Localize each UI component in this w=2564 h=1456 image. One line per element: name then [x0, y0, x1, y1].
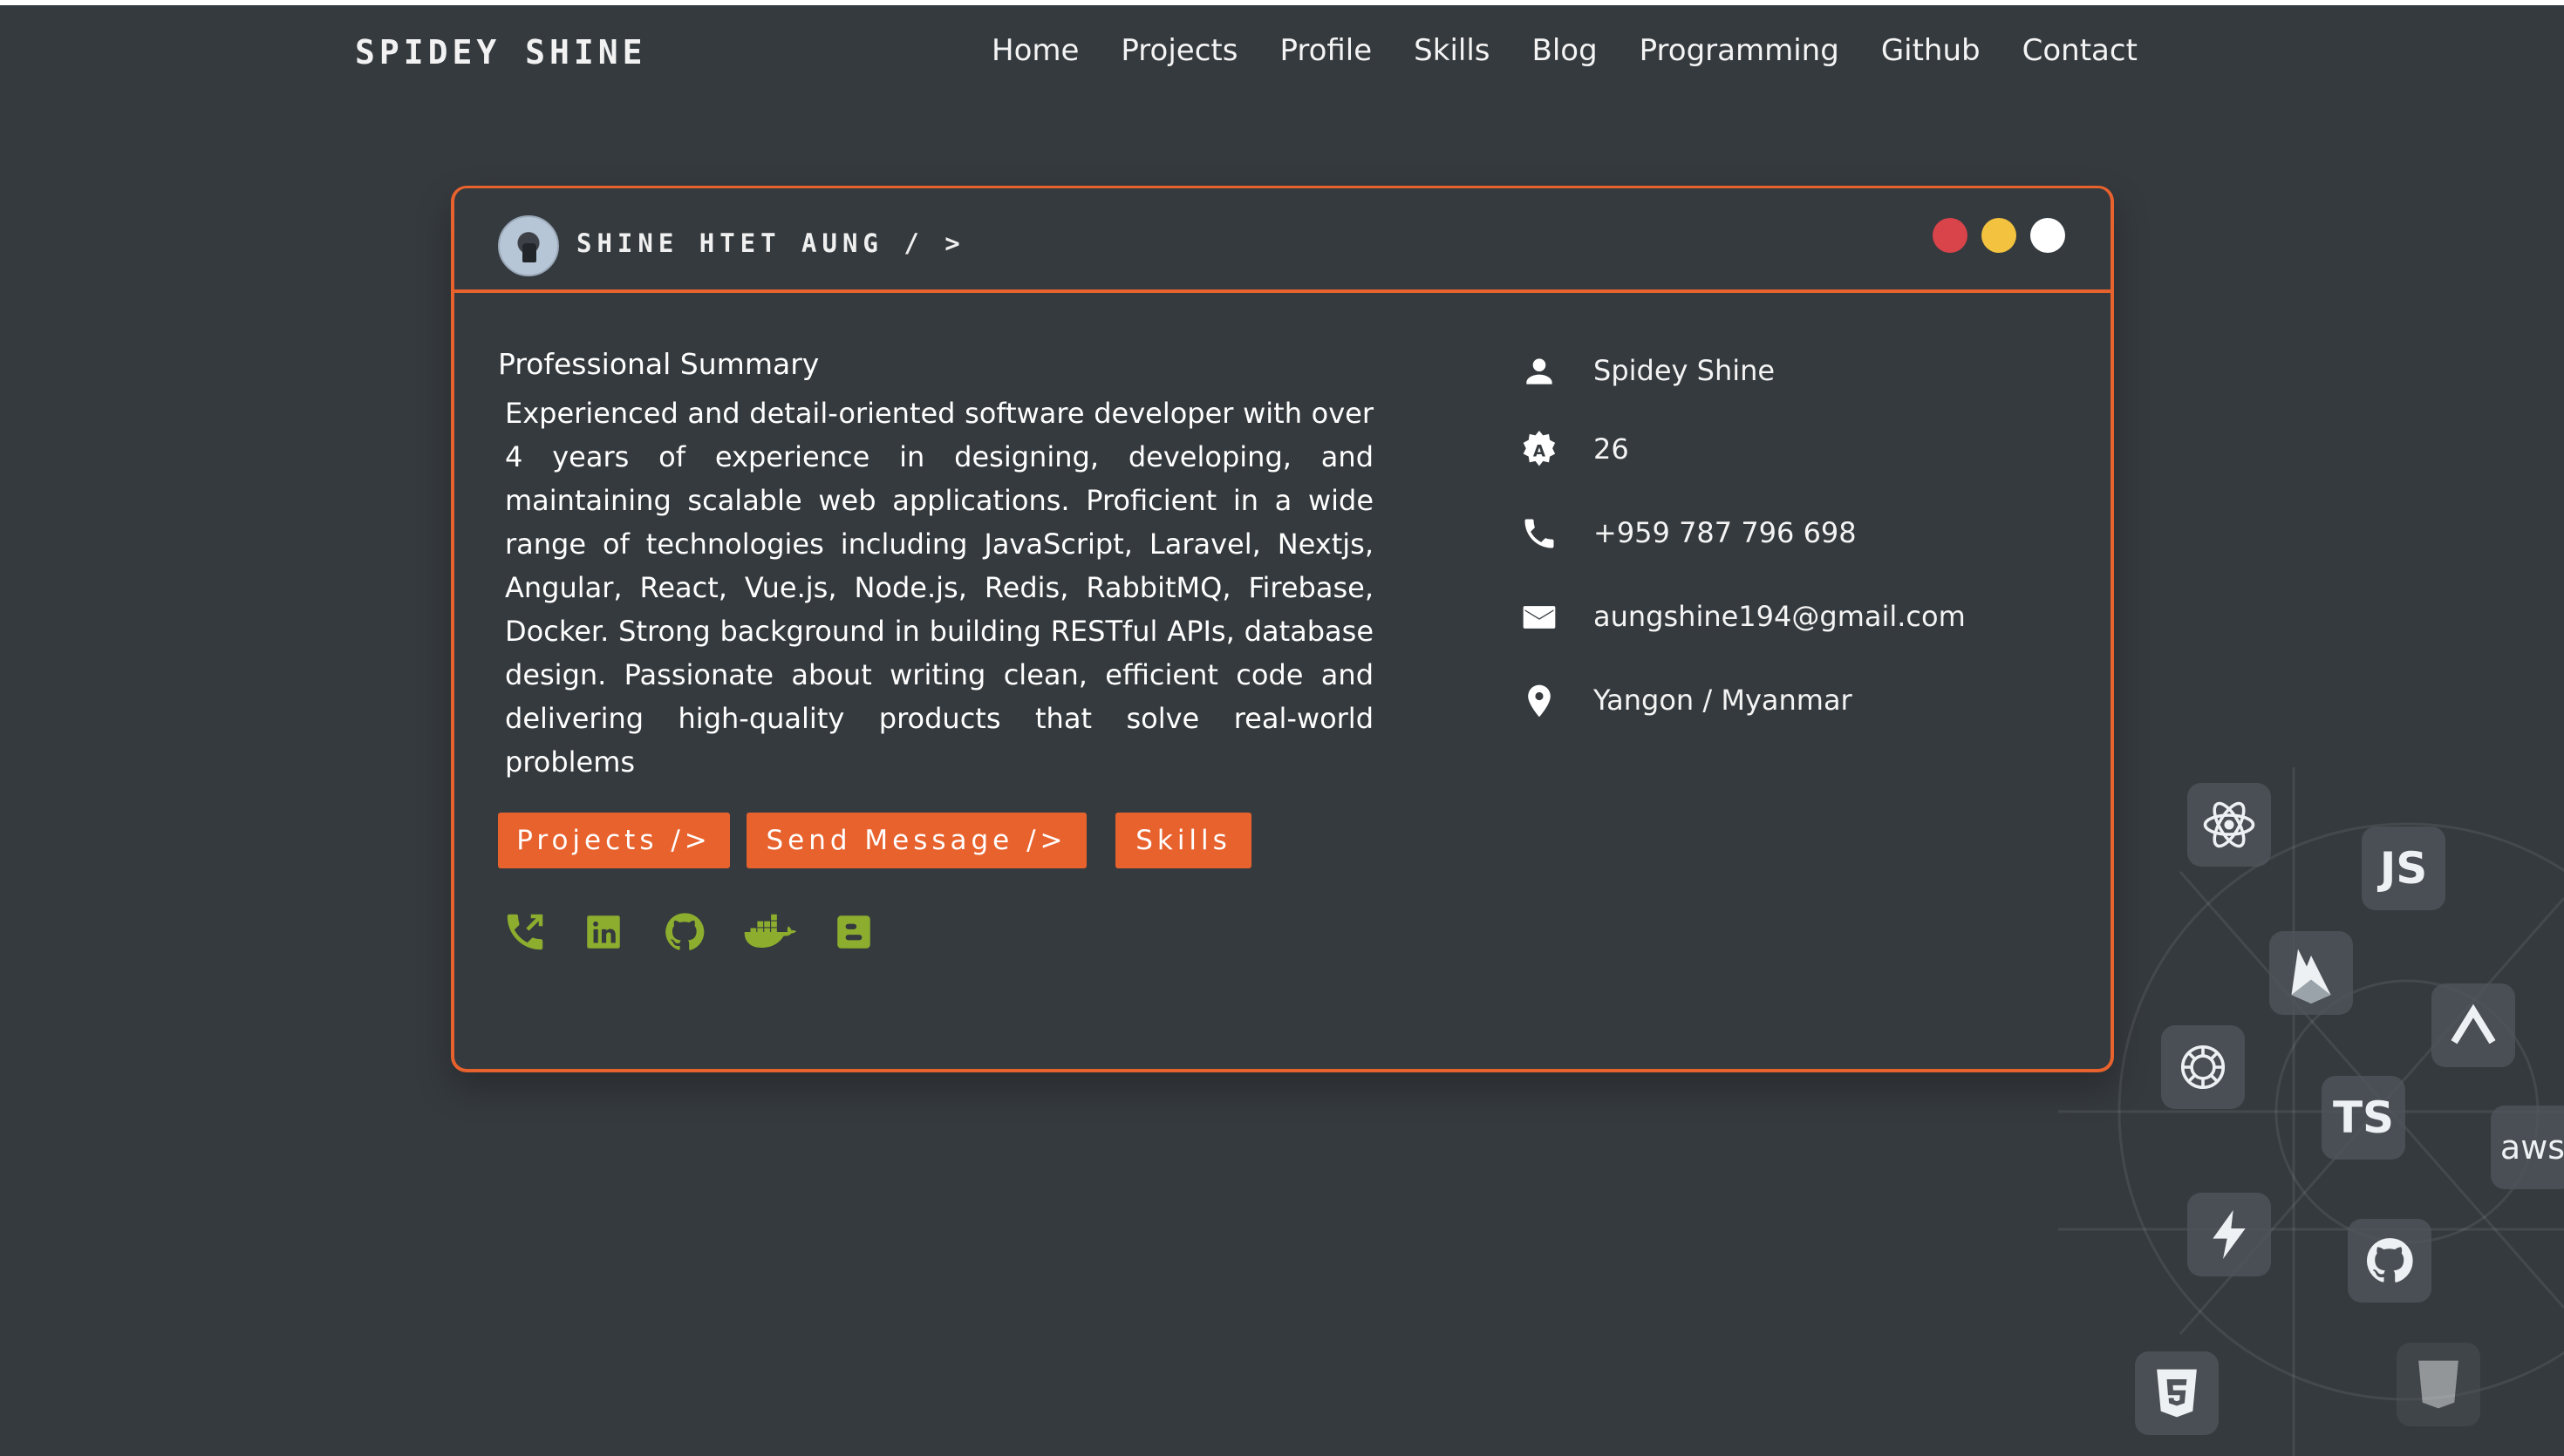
info-location-row: Yangon / Myanmar — [1520, 675, 2131, 727]
info-location: Yangon / Myanmar — [1593, 684, 1852, 717]
projects-button[interactable]: Projects /> — [498, 813, 730, 868]
firebase-icon — [2269, 931, 2353, 1015]
js-icon: JS — [2362, 827, 2445, 910]
nav-link-github[interactable]: Github — [1881, 33, 1981, 68]
info-email[interactable]: aungshine194@gmail.com — [1593, 600, 1966, 633]
brand-logo[interactable]: SPIDEY SHINE — [355, 33, 647, 71]
nav-link-skills[interactable]: Skills — [1414, 33, 1490, 68]
mail-icon — [1523, 606, 1556, 629]
linkedin-icon[interactable] — [582, 908, 625, 959]
nav-link-contact[interactable]: Contact — [2022, 33, 2138, 68]
phone-icon — [1524, 519, 1554, 548]
skills-button[interactable]: Skills — [1115, 813, 1251, 868]
nav-link-blog[interactable]: Blog — [1532, 33, 1598, 68]
top-edge-line — [0, 0, 2564, 5]
profile-card: SHINE HTET AUNG / > Professional Summary… — [451, 186, 2114, 1072]
ts-icon: TS — [2322, 1076, 2405, 1160]
github-icon[interactable] — [662, 908, 707, 959]
blogger-icon[interactable] — [832, 908, 876, 959]
openai-icon — [2161, 1025, 2245, 1109]
window-dot-white[interactable] — [2030, 218, 2065, 253]
card-header: SHINE HTET AUNG / > — [454, 188, 2111, 293]
info-phone-row: +959 787 796 698 — [1520, 507, 2131, 560]
nav-link-projects[interactable]: Projects — [1121, 33, 1238, 68]
window-dot-red[interactable] — [1933, 218, 1967, 253]
main-nav: Home Projects Profile Skills Blog Progra… — [992, 33, 2138, 68]
card-title: SHINE HTET AUNG / > — [576, 228, 965, 258]
aws-icon: aws — [2491, 1106, 2564, 1189]
info-name-row: Spidey Shine — [1520, 345, 2131, 398]
tech-orbit-decoration: JS TS aws — [2058, 767, 2564, 1456]
nav-link-programming[interactable]: Programming — [1640, 33, 1839, 68]
person-icon — [1526, 358, 1552, 384]
age-badge-icon: A — [1523, 431, 1556, 466]
summary-text: Experienced and detail-oriented software… — [505, 397, 1374, 779]
github-icon — [2348, 1219, 2431, 1303]
react-icon — [2187, 783, 2271, 867]
info-age-row: A 26 — [1520, 424, 2131, 476]
info-age: 26 — [1593, 432, 1629, 466]
css3-icon — [2135, 1351, 2219, 1435]
html5-icon — [2397, 1343, 2480, 1426]
docker-icon[interactable] — [742, 908, 798, 959]
window-dot-yellow[interactable] — [1981, 218, 2016, 253]
info-phone[interactable]: +959 787 796 698 — [1593, 516, 1857, 549]
info-name: Spidey Shine — [1593, 354, 1776, 387]
window-controls — [1919, 218, 2065, 253]
location-pin-icon — [1528, 684, 1551, 718]
arrow-up-icon — [2431, 983, 2515, 1067]
summary-heading: Professional Summary — [498, 347, 820, 381]
info-email-row: aungshine194@gmail.com — [1520, 591, 2131, 643]
nav-link-profile[interactable]: Profile — [1279, 33, 1372, 68]
svg-text:A: A — [1533, 442, 1546, 460]
phone-forward-icon[interactable] — [501, 908, 549, 959]
send-message-button[interactable]: Send Message /> — [747, 813, 1087, 868]
orbit-lines — [2058, 767, 2564, 1456]
nav-link-home[interactable]: Home — [992, 33, 1079, 68]
avatar — [498, 215, 559, 276]
vite-icon — [2187, 1193, 2271, 1276]
